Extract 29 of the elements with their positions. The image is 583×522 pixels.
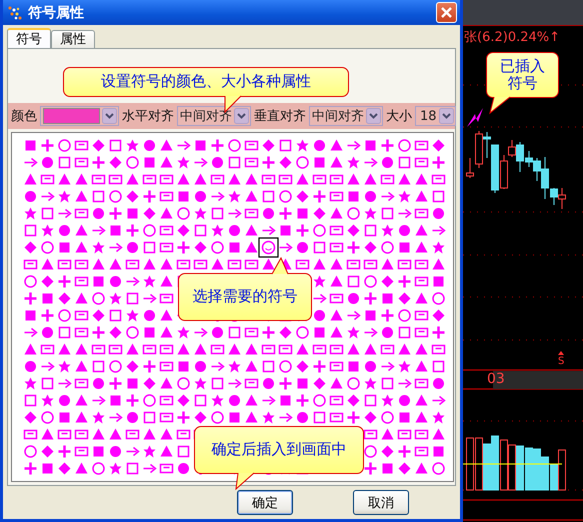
close-button[interactable] (436, 2, 457, 23)
color-dropdown[interactable] (40, 106, 119, 126)
size-dropdown[interactable]: 18 (415, 106, 456, 126)
signal-marker: S (558, 357, 564, 367)
close-icon (440, 6, 453, 19)
h-align-label: 水平对齐 (122, 108, 174, 125)
callout: 选择需要的符号 (178, 273, 312, 321)
callout-pointer (489, 96, 510, 114)
size-label: 大小 (386, 108, 412, 125)
tab[interactable]: 属性 (51, 30, 95, 48)
callout: 设置符号的颜色、大小各种属性 (63, 67, 349, 97)
ok-button[interactable]: 确定 (237, 490, 293, 515)
window-title: 符号属性 (28, 4, 85, 22)
sparkle-icon (7, 4, 23, 20)
tab[interactable]: 符号 (7, 28, 51, 49)
price-change-label: 张(6.2)0.24%↑ (464, 29, 560, 46)
color-swatch (43, 108, 100, 124)
v-align-dropdown[interactable]: 中间对齐 (309, 106, 383, 126)
symbol-grid-drawing[interactable] (11, 132, 454, 482)
callout-pointer (235, 472, 254, 490)
lightning-icon[interactable] (467, 108, 483, 127)
period-label: 03 (487, 371, 505, 387)
cancel-button[interactable]: 取消 (353, 490, 409, 515)
v-align-label: 垂直对齐 (254, 108, 306, 125)
color-label: 颜色 (11, 108, 37, 125)
up-triangle-icon (558, 351, 564, 355)
callout-pointer (272, 256, 288, 274)
callout: 确定后插入到画面中 (194, 426, 364, 474)
callout: 已插入符号 (486, 52, 559, 98)
